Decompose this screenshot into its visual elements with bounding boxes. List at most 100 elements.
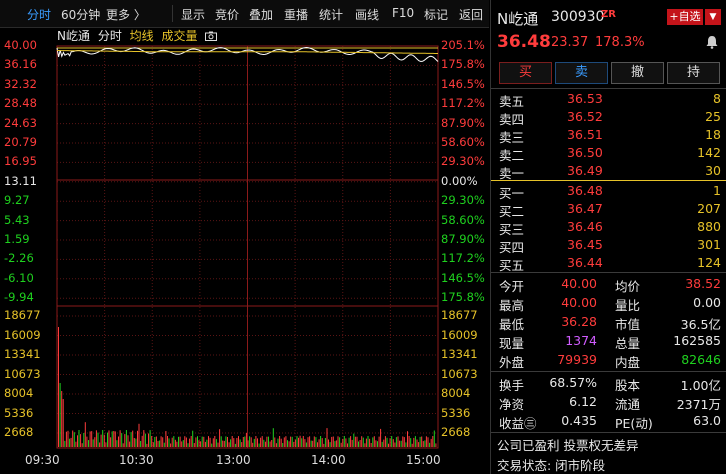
volume-bar bbox=[200, 441, 202, 447]
volume-bar bbox=[127, 435, 129, 447]
volume-bar bbox=[239, 439, 241, 447]
sell-button[interactable]: 卖 bbox=[555, 62, 608, 84]
fund-row: 换手 68.57% 股本 1.00亿 bbox=[491, 373, 726, 393]
volume-bar bbox=[375, 440, 377, 447]
volume-bar bbox=[212, 438, 214, 447]
volume-bar bbox=[225, 436, 227, 447]
volume-tick-label: 18677 bbox=[4, 308, 41, 322]
volume-bar bbox=[58, 327, 59, 447]
volume-bar bbox=[238, 436, 239, 447]
bell-icon[interactable] bbox=[705, 35, 719, 49]
volume-bar bbox=[80, 434, 82, 447]
volume-bar bbox=[321, 438, 323, 447]
price-tick-label: 40.00 bbox=[4, 38, 37, 52]
volume-bar bbox=[377, 441, 378, 447]
volume-bar bbox=[335, 440, 337, 447]
volume-bar bbox=[107, 432, 108, 447]
asks-level-row[interactable]: 卖五 36.53 8 bbox=[491, 89, 726, 109]
volume-bar bbox=[228, 442, 230, 447]
bids-level-row[interactable]: 买五 36.44 124 bbox=[491, 253, 726, 273]
holdings-button[interactable]: 持 bbox=[667, 62, 720, 84]
low-price: 36.28 bbox=[561, 314, 597, 329]
volume-bar bbox=[184, 436, 186, 447]
volume-bar bbox=[275, 443, 277, 447]
volume-bar bbox=[195, 437, 197, 447]
level-price: 36.50 bbox=[567, 145, 603, 160]
bids-level-row[interactable]: 买四 36.45 301 bbox=[491, 235, 726, 255]
cancel-order-button[interactable]: 撤 bbox=[611, 62, 664, 84]
volume-bar bbox=[380, 428, 382, 447]
volume-bar bbox=[61, 391, 63, 447]
volume-bar bbox=[178, 436, 179, 447]
volume-bar bbox=[190, 436, 192, 447]
volume-bar bbox=[75, 441, 77, 447]
intraday-chart[interactable] bbox=[0, 0, 490, 474]
bids-level-row[interactable]: 买一 36.48 1 bbox=[491, 181, 726, 201]
volume-bar bbox=[350, 436, 352, 447]
bids-level-row[interactable]: 买二 36.47 207 bbox=[491, 199, 726, 219]
volume-bar bbox=[339, 437, 341, 447]
volume-bar bbox=[179, 436, 181, 447]
volume-bar bbox=[244, 436, 246, 447]
volume-bar bbox=[307, 437, 309, 447]
volume-bar bbox=[261, 436, 263, 447]
volume-bar bbox=[108, 430, 110, 447]
volume-bar bbox=[249, 436, 251, 447]
volume-bar bbox=[370, 443, 372, 447]
divider bbox=[491, 272, 726, 273]
trading-status: 交易状态: 闭市阶段 bbox=[497, 458, 606, 473]
volume-bar bbox=[364, 443, 366, 447]
volume-bar bbox=[389, 438, 391, 447]
volume-bar bbox=[309, 436, 311, 447]
volume-bar bbox=[133, 438, 135, 447]
level-volume: 301 bbox=[697, 237, 721, 252]
level-price: 36.45 bbox=[567, 237, 603, 252]
asks-level-row[interactable]: 卖二 36.50 142 bbox=[491, 143, 726, 163]
volume-bar bbox=[206, 439, 208, 447]
volume-bar bbox=[81, 443, 83, 447]
dropdown-icon[interactable]: ▼ bbox=[705, 9, 721, 25]
volume-bar bbox=[152, 442, 154, 447]
volume-bar bbox=[351, 439, 353, 447]
volume-bar bbox=[407, 431, 408, 447]
volume-bar bbox=[367, 436, 369, 447]
volume-bar bbox=[95, 430, 97, 447]
volume-bar bbox=[269, 441, 271, 447]
percent-tick-label: 146.5% bbox=[441, 76, 485, 91]
volume-bar bbox=[257, 438, 258, 447]
volume-bar bbox=[233, 438, 235, 447]
volume-bar bbox=[384, 436, 386, 447]
buy-button[interactable]: 买 bbox=[499, 62, 552, 84]
volume-bar bbox=[362, 437, 364, 447]
asks-level-row[interactable]: 卖一 36.49 30 bbox=[491, 161, 726, 181]
level-price: 36.52 bbox=[567, 109, 603, 124]
level-volume: 8 bbox=[713, 91, 721, 106]
asks-level-row[interactable]: 卖四 36.52 25 bbox=[491, 107, 726, 127]
asks-level-row[interactable]: 卖三 36.51 18 bbox=[491, 125, 726, 145]
percent-tick-label: 87.90% bbox=[441, 115, 485, 130]
volume-bar bbox=[193, 443, 195, 447]
volume-bar bbox=[252, 442, 254, 447]
volume-bar bbox=[129, 441, 131, 447]
volume-bar bbox=[197, 436, 198, 447]
net-assets: 6.12 bbox=[569, 394, 597, 409]
add-favorite-button[interactable]: +自选 bbox=[667, 9, 703, 25]
volume-bar bbox=[361, 436, 363, 447]
volume-bar bbox=[329, 442, 331, 447]
volume-bar bbox=[413, 437, 415, 447]
volume-bar bbox=[430, 438, 432, 447]
stats-row: 外盘 79939 内盘 82646 bbox=[491, 350, 726, 370]
level-volume: 1 bbox=[713, 183, 721, 198]
volume-bar bbox=[92, 439, 94, 447]
volume-bar bbox=[189, 438, 191, 447]
volume-bar bbox=[255, 436, 257, 447]
volume-tick-label: 10673 bbox=[4, 366, 41, 381]
volume-tick-label: 10673 bbox=[441, 366, 478, 381]
volume-bar bbox=[359, 440, 361, 447]
volume-bar bbox=[110, 437, 112, 447]
volume-bar bbox=[176, 441, 178, 447]
bids-level-row[interactable]: 买三 36.46 880 bbox=[491, 217, 726, 237]
volume-bar bbox=[154, 437, 156, 447]
volume-bar bbox=[315, 437, 317, 447]
volume-bar bbox=[182, 440, 184, 447]
